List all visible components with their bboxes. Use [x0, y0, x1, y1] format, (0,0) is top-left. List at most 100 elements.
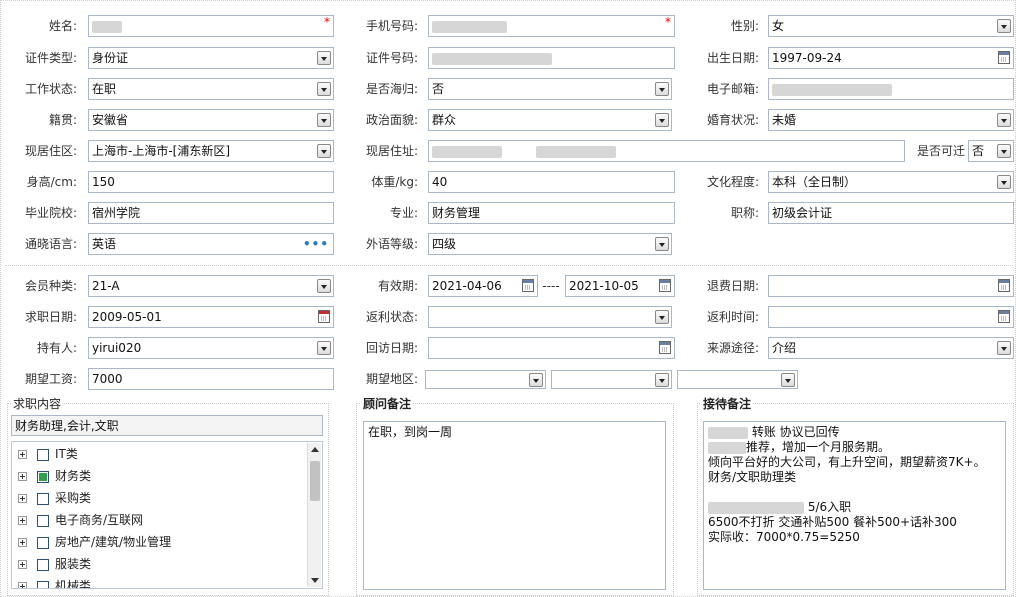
region-city-select[interactable] — [551, 370, 672, 389]
region-province-select[interactable] — [425, 370, 546, 389]
note-line: 实际收：7000*0.75=5250 — [708, 530, 860, 544]
gender-select[interactable]: 女 — [768, 15, 1014, 37]
chevron-down-icon[interactable] — [655, 113, 669, 127]
checkbox-icon[interactable] — [37, 470, 49, 483]
visit-date-field[interactable] — [428, 337, 675, 359]
advisor-notes-textarea[interactable]: 在职，到岗一周 — [363, 421, 666, 590]
chevron-down-icon[interactable] — [317, 82, 331, 96]
chevron-down-icon[interactable] — [655, 237, 669, 251]
redacted-text — [708, 441, 746, 454]
scroll-up-icon[interactable] — [311, 447, 319, 452]
reception-notes-textarea[interactable]: 转账 协议已回传 推荐，增加一个月服务期。 倾向平台好的大公司，有上升空间，期望… — [703, 421, 1006, 590]
edu-select[interactable]: 本科（全日制） — [768, 171, 1014, 193]
school-field[interactable]: 宿州学院 — [88, 202, 334, 224]
more-icon[interactable]: ••• — [303, 234, 329, 254]
expand-icon[interactable] — [18, 560, 27, 569]
expand-icon[interactable] — [18, 472, 27, 481]
school-label: 毕业院校: — [24, 206, 77, 220]
chevron-down-icon[interactable] — [655, 82, 669, 96]
chevron-down-icon[interactable] — [655, 373, 669, 387]
tree-item-realestate[interactable]: 房地产/建筑/物业管理 — [18, 532, 171, 552]
checkbox-icon[interactable] — [37, 558, 49, 571]
tree-item-it[interactable]: IT类 — [18, 444, 78, 464]
political-select[interactable]: 群众 — [428, 109, 672, 131]
chevron-down-icon[interactable] — [317, 341, 331, 355]
scroll-down-icon[interactable] — [311, 578, 319, 583]
calendar-icon[interactable] — [998, 279, 1010, 292]
tree-item-machinery[interactable]: 机械类 — [18, 576, 91, 588]
expand-icon[interactable] — [18, 538, 27, 547]
overseas-select[interactable]: 否 — [428, 78, 672, 100]
marital-select[interactable]: 未婚 — [768, 109, 1014, 131]
chevron-down-icon[interactable] — [997, 175, 1011, 189]
calendar-icon[interactable] — [522, 279, 534, 292]
checkbox-icon[interactable] — [37, 580, 49, 588]
rebate-status-select[interactable] — [428, 306, 672, 328]
title-field[interactable]: 初级会计证 — [768, 202, 1014, 224]
region-district-select[interactable] — [677, 370, 798, 389]
chevron-down-icon[interactable] — [997, 19, 1011, 33]
rebate-time-field[interactable] — [768, 306, 1014, 328]
address-field[interactable] — [428, 140, 905, 162]
major-field[interactable]: 财务管理 — [428, 202, 675, 224]
area-select[interactable]: 上海市-上海市-[浦东新区] — [88, 140, 334, 162]
chevron-down-icon[interactable] — [781, 373, 795, 387]
valid-from-field[interactable]: 2021-04-06 — [428, 275, 538, 297]
chevron-down-icon[interactable] — [655, 310, 669, 324]
refund-date-field[interactable] — [768, 275, 1014, 297]
email-field[interactable] — [768, 78, 1014, 100]
job-category-tree[interactable]: IT类 财务类 采购类 电子商务/互联网 房地产/建筑/物业管理 服装类 机械类 — [11, 441, 323, 589]
valid-to-field[interactable]: 2021-10-05 — [565, 275, 675, 297]
weight-field[interactable]: 40 — [428, 171, 675, 193]
idno-field[interactable] — [428, 47, 675, 69]
expand-icon[interactable] — [18, 450, 27, 459]
holder-select[interactable]: yirui020 — [88, 337, 334, 359]
chevron-down-icon[interactable] — [997, 144, 1011, 158]
tree-item-apparel[interactable]: 服装类 — [18, 554, 91, 574]
calendar-icon[interactable] — [998, 51, 1010, 64]
jobdate-field[interactable]: 2009-05-01 — [88, 306, 334, 328]
member-type-select[interactable]: 21-A — [88, 275, 334, 297]
tree-item-finance[interactable]: 财务类 — [18, 466, 91, 486]
calendar-icon[interactable] — [318, 310, 330, 323]
langlevel-label: 外语等级: — [365, 237, 418, 251]
lang-value: 英语 — [92, 237, 117, 251]
tree-item-ecommerce[interactable]: 电子商务/互联网 — [18, 510, 143, 530]
chevron-down-icon[interactable] — [529, 373, 543, 387]
idtype-select[interactable]: 身份证 — [88, 47, 334, 69]
checkbox-icon[interactable] — [37, 492, 49, 505]
salary-label: 期望工资: — [24, 372, 77, 386]
checkbox-icon[interactable] — [37, 448, 49, 461]
chevron-down-icon[interactable] — [317, 51, 331, 65]
tree-item-purchase[interactable]: 采购类 — [18, 488, 91, 508]
lang-field[interactable]: 英语 ••• — [88, 233, 334, 255]
checkbox-icon[interactable] — [37, 536, 49, 549]
checkbox-icon[interactable] — [37, 514, 49, 527]
expand-icon[interactable] — [18, 582, 27, 588]
chevron-down-icon[interactable] — [997, 113, 1011, 127]
chevron-down-icon[interactable] — [317, 279, 331, 293]
chevron-down-icon[interactable] — [317, 144, 331, 158]
expand-icon[interactable] — [18, 516, 27, 525]
chevron-down-icon[interactable] — [317, 113, 331, 127]
phone-field[interactable]: * — [428, 15, 675, 37]
source-select[interactable]: 介绍 — [768, 337, 1014, 359]
relocate-select[interactable]: 否 — [968, 140, 1014, 162]
gender-value: 女 — [772, 19, 785, 33]
native-select[interactable]: 安徽省 — [88, 109, 334, 131]
expand-icon[interactable] — [18, 494, 27, 503]
salary-field[interactable]: 7000 — [88, 368, 334, 390]
calendar-icon[interactable] — [659, 341, 671, 354]
name-field[interactable]: * — [88, 15, 334, 37]
jobdate-label: 求职日期: — [24, 310, 77, 324]
birth-date-field[interactable]: 1997-09-24 — [768, 47, 1014, 69]
tree-scrollbar[interactable] — [307, 443, 321, 587]
chevron-down-icon[interactable] — [997, 341, 1011, 355]
work-select[interactable]: 在职 — [88, 78, 334, 100]
calendar-icon[interactable] — [659, 279, 671, 292]
calendar-icon[interactable] — [998, 310, 1010, 323]
height-field[interactable]: 150 — [88, 171, 334, 193]
langlevel-select[interactable]: 四级 — [428, 233, 672, 255]
scroll-thumb[interactable] — [310, 461, 320, 501]
marital-value: 未婚 — [772, 113, 797, 127]
